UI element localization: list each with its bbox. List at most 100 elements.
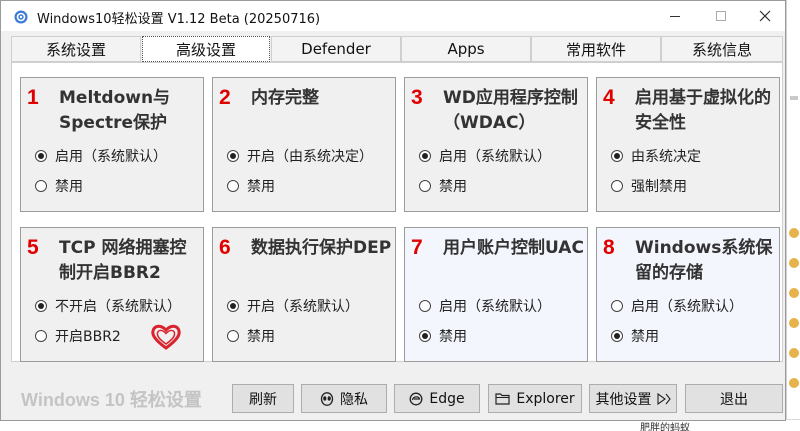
radio-button[interactable] — [35, 150, 47, 162]
tab-apps[interactable]: Apps — [401, 36, 531, 62]
radio-label: 禁用 — [631, 329, 659, 345]
maximize-button[interactable] — [698, 1, 744, 31]
other-settings-button[interactable]: 其他设置 — [589, 384, 677, 413]
avatar-icon — [789, 348, 799, 358]
card-title: 数据执行保护DEP — [251, 238, 392, 258]
edge-icon — [409, 392, 423, 405]
radio-option-disable[interactable]: 禁用 — [419, 176, 467, 196]
card-number: 2 — [219, 86, 231, 109]
card-number: 8 — [603, 236, 615, 259]
minimize-button[interactable] — [652, 1, 698, 31]
radio-label: 禁用 — [439, 329, 467, 345]
radio-button[interactable] — [611, 180, 623, 192]
radio-label: 开启BBR2 — [55, 329, 121, 345]
avatar-icon — [789, 288, 799, 298]
card-uac: 7 用户账户控制UAC 启用（系统默认） 禁用 — [404, 227, 588, 362]
radio-label: 禁用 — [439, 179, 467, 195]
exit-button[interactable]: 退出 — [685, 384, 783, 413]
radio-option-disable[interactable]: 禁用 — [611, 326, 659, 346]
heart-icon — [151, 324, 181, 350]
alien-icon — [320, 391, 334, 406]
exit-button-label: 退出 — [720, 391, 748, 408]
advanced-settings-panel: 1 Meltdown与Spectre保护 启用（系统默认） 禁用 2 内存完整 … — [11, 62, 783, 362]
radio-button[interactable] — [419, 300, 431, 312]
gear-icon — [14, 10, 28, 24]
radio-option-enable[interactable]: 启用（系统默认） — [419, 146, 551, 166]
radio-option-disable[interactable]: 禁用 — [419, 326, 467, 346]
refresh-button-label: 刷新 — [249, 391, 277, 408]
folder-icon — [495, 393, 510, 405]
radio-button[interactable] — [35, 330, 47, 342]
radio-option-enable[interactable]: 开启（系统默认） — [227, 296, 359, 316]
radio-option-enable[interactable]: 开启（由系统决定） — [227, 146, 373, 166]
explorer-button[interactable]: Explorer — [488, 384, 582, 413]
privacy-button-label: 隐私 — [340, 391, 368, 408]
tab-advanced-settings[interactable]: 高级设置 — [142, 36, 270, 62]
card-title: WD应用程序控制（WDAC） — [443, 88, 578, 133]
radio-button[interactable] — [35, 180, 47, 192]
radio-button[interactable] — [227, 300, 239, 312]
window-title: Windows10轻松设置 V1.12 Beta (20250716) — [37, 12, 321, 27]
radio-button[interactable] — [611, 330, 623, 342]
radio-option-disable[interactable]: 禁用 — [35, 176, 83, 196]
refresh-button[interactable]: 刷新 — [232, 384, 294, 413]
radio-option-off[interactable]: 不开启（系统默认） — [35, 296, 181, 316]
radio-option-enable[interactable]: 启用（系统默认） — [35, 146, 167, 166]
radio-button[interactable] — [227, 150, 239, 162]
radio-label: 禁用 — [55, 179, 83, 195]
radio-button[interactable] — [419, 180, 431, 192]
radio-button[interactable] — [419, 330, 431, 342]
avatar-icon — [789, 378, 799, 388]
card-number: 7 — [411, 236, 423, 259]
radio-button[interactable] — [227, 180, 239, 192]
card-title: 启用基于虚拟化的安全性 — [635, 88, 771, 133]
radio-option-system[interactable]: 由系统决定 — [611, 146, 701, 166]
card-title: TCP 网络拥塞控制开启BBR2 — [59, 238, 187, 283]
tab-system-settings[interactable]: 系统设置 — [11, 36, 141, 62]
radio-label: 启用（系统默认） — [439, 299, 551, 315]
card-number: 3 — [411, 86, 423, 109]
radio-label: 开启（由系统决定） — [247, 149, 373, 165]
close-icon — [759, 10, 771, 22]
privacy-button[interactable]: 隐私 — [301, 384, 387, 413]
radio-option-disable[interactable]: 禁用 — [227, 176, 275, 196]
explorer-button-label: Explorer — [516, 390, 575, 407]
edge-button-label: Edge — [429, 390, 465, 407]
play-forward-icon — [656, 392, 671, 405]
maximize-icon — [716, 11, 726, 21]
avatar-icon — [789, 228, 799, 238]
radio-label: 不开启（系统默认） — [55, 299, 181, 315]
card-wdac: 3 WD应用程序控制（WDAC） 启用（系统默认） 禁用 — [404, 77, 588, 212]
close-button[interactable] — [742, 1, 788, 31]
card-number: 5 — [27, 236, 39, 259]
radio-button[interactable] — [611, 150, 623, 162]
radio-label: 由系统决定 — [631, 149, 701, 165]
radio-label: 启用（系统默认） — [631, 299, 743, 315]
radio-option-bbr2[interactable]: 开启BBR2 — [35, 326, 121, 346]
tab-system-info[interactable]: 系统信息 — [661, 36, 783, 62]
title-bar[interactable]: Windows10轻松设置 V1.12 Beta (20250716) — [1, 1, 785, 31]
radio-option-disable[interactable]: 禁用 — [227, 326, 275, 346]
radio-button[interactable] — [35, 300, 47, 312]
card-title: 内存完整 — [251, 88, 319, 108]
radio-option-enable[interactable]: 启用（系统默认） — [611, 296, 743, 316]
card-meltdown-spectre: 1 Meltdown与Spectre保护 启用（系统默认） 禁用 — [20, 77, 204, 212]
radio-option-force-disable[interactable]: 强制禁用 — [611, 176, 687, 196]
card-number: 4 — [603, 86, 615, 109]
tab-defender[interactable]: Defender — [271, 36, 401, 62]
tab-strip: 系统设置 高级设置 Defender Apps 常用软件 系统信息 — [11, 36, 783, 62]
edge-button[interactable]: Edge — [394, 384, 480, 413]
app-window: Windows10轻松设置 V1.12 Beta (20250716) 系统设置… — [0, 0, 786, 421]
radio-button[interactable] — [611, 300, 623, 312]
card-dep: 6 数据执行保护DEP 开启（系统默认） 禁用 — [212, 227, 396, 362]
card-reserved-storage: 8 Windows系统保留的存储 启用（系统默认） 禁用 — [596, 227, 780, 362]
radio-button[interactable] — [419, 150, 431, 162]
radio-button[interactable] — [227, 330, 239, 342]
radio-label: 强制禁用 — [631, 179, 687, 195]
card-title: Meltdown与Spectre保护 — [59, 88, 171, 133]
card-memory-integrity: 2 内存完整 开启（由系统决定） 禁用 — [212, 77, 396, 212]
minimize-icon — [670, 15, 680, 17]
radio-option-enable[interactable]: 启用（系统默认） — [419, 296, 551, 316]
other-settings-button-label: 其他设置 — [595, 391, 652, 408]
tab-common-software[interactable]: 常用软件 — [531, 36, 661, 62]
